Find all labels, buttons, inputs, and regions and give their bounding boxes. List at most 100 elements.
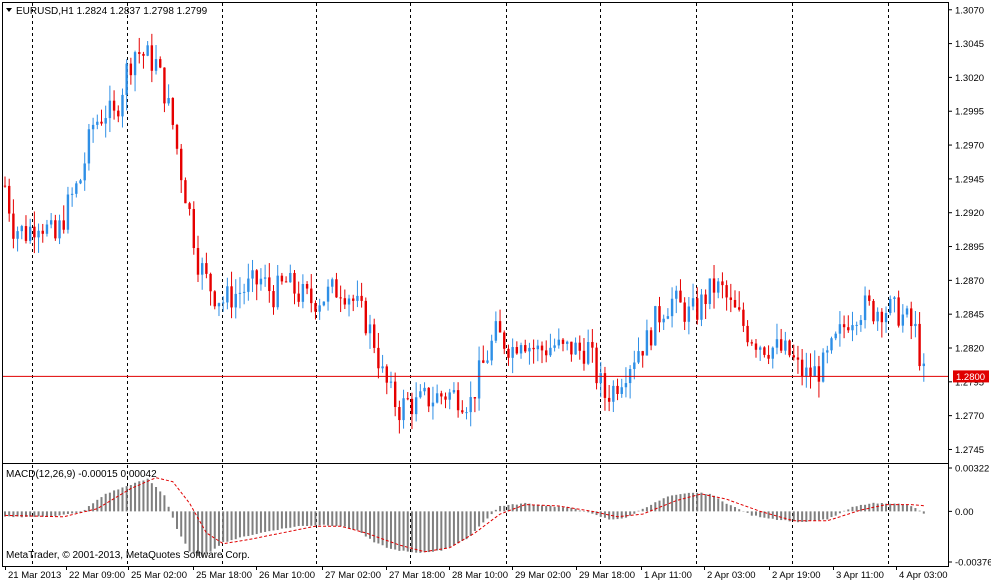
- candle-bull: [381, 366, 384, 369]
- candle-bear: [515, 347, 519, 354]
- macd-axis[interactable]: 0.00322 0.00 -0.00376: [948, 464, 991, 569]
- time-tick-label: 2 Apr 03:00: [707, 570, 756, 581]
- candle-bear: [343, 298, 347, 305]
- candle-bear: [150, 45, 154, 71]
- time-tick-label: 22 Mar 09:00: [69, 570, 125, 581]
- candle-bull: [565, 341, 569, 344]
- candle-bull: [326, 286, 330, 302]
- candle-bull: [96, 121, 99, 125]
- candle-bull: [859, 320, 863, 325]
- candle-bull: [368, 324, 372, 334]
- candle-bull: [247, 278, 250, 292]
- candle-bull: [662, 318, 665, 323]
- candle-bull: [851, 325, 854, 331]
- candle-bear: [314, 303, 317, 312]
- price-tick-label: 1.3020: [955, 73, 984, 84]
- copyright-text: MetaTrader, © 2001-2013, MetaQuotes Soft…: [6, 550, 250, 561]
- candle-bear: [696, 298, 699, 320]
- price-tick-label: 1.2845: [955, 310, 984, 321]
- candle-bull: [238, 292, 242, 294]
- candle-bull: [465, 412, 468, 414]
- candle-bull: [20, 226, 23, 232]
- candle-bear: [910, 308, 913, 327]
- candle-bull: [486, 360, 489, 363]
- candle-bear: [738, 307, 741, 310]
- price-tick-label: 1.2995: [955, 107, 984, 118]
- candle-bear: [721, 281, 724, 286]
- chart-canvas[interactable]: 1.3070 1.3045 1.3020 1.2995 1.2970 1.2945 1.29…: [0, 0, 991, 582]
- time-axis[interactable]: 21 Mar 2013 22 Mar 09:00 25 Mar 02:00 25 Ma…: [5, 566, 948, 581]
- candle-bear: [54, 220, 57, 239]
- price-tick-label: 1.3070: [955, 5, 984, 16]
- candle-bull: [637, 351, 640, 363]
- time-tick-label: 26 Mar 10:00: [259, 570, 315, 581]
- candle-bear: [503, 332, 506, 349]
- time-tick-label: 1 Apr 11:00: [644, 570, 692, 581]
- candle-bear: [100, 121, 103, 124]
- candle-bear: [129, 63, 133, 76]
- candle-bear: [339, 297, 342, 299]
- candle-bull: [700, 294, 703, 320]
- candle-bull: [276, 275, 279, 308]
- candle-bear: [142, 53, 145, 56]
- candle-bear: [507, 348, 510, 358]
- macd-tick-label: -0.00376: [955, 558, 991, 569]
- candle-bull: [356, 295, 359, 301]
- candle-bear: [733, 299, 737, 308]
- candle-bear: [112, 100, 116, 111]
- candle-bear: [213, 291, 216, 307]
- price-axis[interactable]: 1.3070 1.3045 1.3020 1.2995 1.2970 1.2945 1.29…: [948, 5, 984, 456]
- candle-bull: [226, 286, 229, 303]
- candle-bear: [205, 263, 208, 274]
- symbol-header[interactable]: EURUSD,H1 1.2824 1.2837 1.2798 1.2799: [6, 6, 208, 17]
- candle-bull: [347, 298, 351, 305]
- price-tick-label: 1.2970: [955, 141, 984, 152]
- time-tick-label: 4 Apr 03:00: [899, 570, 948, 581]
- candle-bull: [771, 347, 774, 359]
- current-price-value: 1.2800: [956, 372, 985, 383]
- candle-bear: [897, 297, 900, 326]
- mt4-chart-window[interactable]: 1.3070 1.3045 1.3020 1.2995 1.2970 1.2945 1.29…: [0, 0, 991, 582]
- candle-bear: [578, 342, 581, 351]
- candle-bear: [255, 270, 258, 285]
- candle-bull: [318, 305, 321, 312]
- candle-bull: [670, 298, 674, 317]
- candle-bear: [767, 354, 770, 359]
- candle-bull: [87, 129, 91, 164]
- candle-bull: [83, 163, 86, 181]
- candle-bull: [758, 347, 762, 350]
- candle-bear: [595, 347, 598, 384]
- time-tick-label: 21 Mar 2013: [8, 570, 61, 581]
- candle-bear: [184, 180, 187, 204]
- candle-bull: [775, 339, 779, 348]
- candle-bull: [599, 373, 602, 384]
- candle-bull: [75, 183, 78, 194]
- candle-bull: [469, 397, 472, 413]
- candle-bear: [272, 291, 275, 308]
- candle-bull: [431, 402, 435, 407]
- candle-bear: [473, 397, 477, 399]
- candle-bull: [586, 342, 590, 364]
- candle-bull: [234, 293, 237, 308]
- candle-bear: [754, 343, 758, 350]
- candle-bear: [842, 324, 846, 328]
- candle-bear: [360, 295, 363, 301]
- candle-bear: [482, 360, 485, 363]
- candle-bull: [620, 387, 623, 394]
- candle-bear: [398, 407, 401, 421]
- candle-bear: [305, 284, 309, 289]
- candle-bear: [796, 357, 800, 360]
- candle-bull: [435, 393, 439, 403]
- candle-bull: [691, 298, 695, 307]
- candle-bull: [389, 381, 393, 383]
- candle-bear: [3, 185, 7, 187]
- candle-bull: [58, 220, 61, 239]
- candle-bear: [284, 281, 288, 283]
- candle-bull: [838, 324, 842, 334]
- candle-bear: [456, 390, 460, 411]
- candle-bear: [188, 203, 191, 210]
- candle-bull: [876, 311, 879, 322]
- price-tick-label: 1.2945: [955, 174, 984, 185]
- candle-bull: [905, 308, 909, 315]
- candle-bull: [16, 231, 19, 239]
